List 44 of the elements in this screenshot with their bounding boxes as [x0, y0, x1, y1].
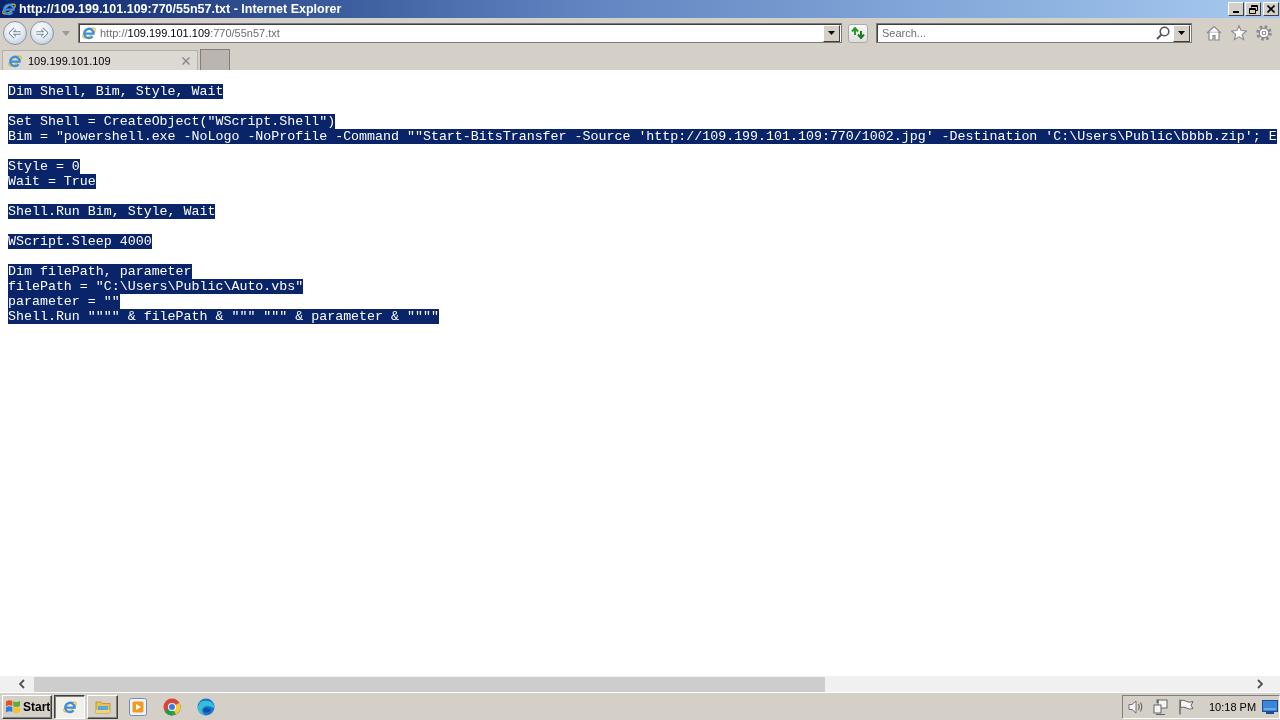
speaker-icon[interactable] [1128, 698, 1144, 715]
show-desktop-icon[interactable] [1262, 699, 1278, 714]
address-field[interactable]: http://109.199.101.109:770/55n57.txt [78, 23, 842, 43]
round-logo-icon[interactable] [163, 697, 181, 716]
close-button[interactable] [1263, 2, 1279, 16]
scrollbar-thumb[interactable] [34, 676, 825, 692]
compatibility-button[interactable] [848, 23, 868, 43]
star-icon[interactable] [1231, 25, 1247, 41]
start-button[interactable]: Start [2, 694, 52, 719]
two-arrows-icon [851, 27, 865, 39]
minimize-icon [1233, 11, 1239, 13]
search-icon[interactable] [1156, 26, 1170, 40]
flag-icon[interactable] [1178, 698, 1194, 715]
back-button[interactable] [3, 21, 27, 45]
clock[interactable]: 10:18 PM [1209, 700, 1257, 713]
caret-icon [1178, 31, 1185, 35]
tab-label: 109.199.101.109 [28, 54, 111, 67]
settings-icon[interactable] [1256, 25, 1272, 41]
forward-button[interactable] [30, 21, 54, 45]
caret-icon [828, 31, 835, 35]
restore-icon [1248, 4, 1258, 14]
browser-icon [1, 1, 17, 17]
play-tile-icon[interactable] [129, 697, 147, 716]
folder-icon [94, 698, 111, 715]
browser-tab[interactable]: 109.199.101.109 [2, 50, 198, 70]
dropdown-button[interactable] [823, 24, 840, 42]
taskbar-button[interactable] [54, 694, 85, 719]
chevron-left-icon [18, 679, 25, 689]
arrow-left-icon [8, 27, 22, 39]
network-icon[interactable] [1153, 698, 1169, 715]
browser-icon [7, 52, 23, 69]
close-icon [1267, 5, 1275, 13]
browser-icon [61, 698, 78, 715]
swirl-logo-icon[interactable] [197, 697, 215, 716]
restore-button[interactable] [1245, 2, 1261, 16]
start-flag-icon [5, 699, 21, 714]
home-icon[interactable] [1206, 25, 1222, 41]
search-field[interactable]: Search... [876, 23, 1192, 43]
arrow-right-icon [35, 27, 49, 39]
window-title: http://109.199.101.109:770/55n57.txt - Internet Explorer [19, 2, 343, 16]
browser-icon [81, 25, 97, 41]
url-text: http://109.199.101.109:770/55n57.txt [100, 27, 281, 39]
chevron-right-icon [1256, 679, 1263, 689]
minimize-button[interactable] [1228, 2, 1244, 16]
